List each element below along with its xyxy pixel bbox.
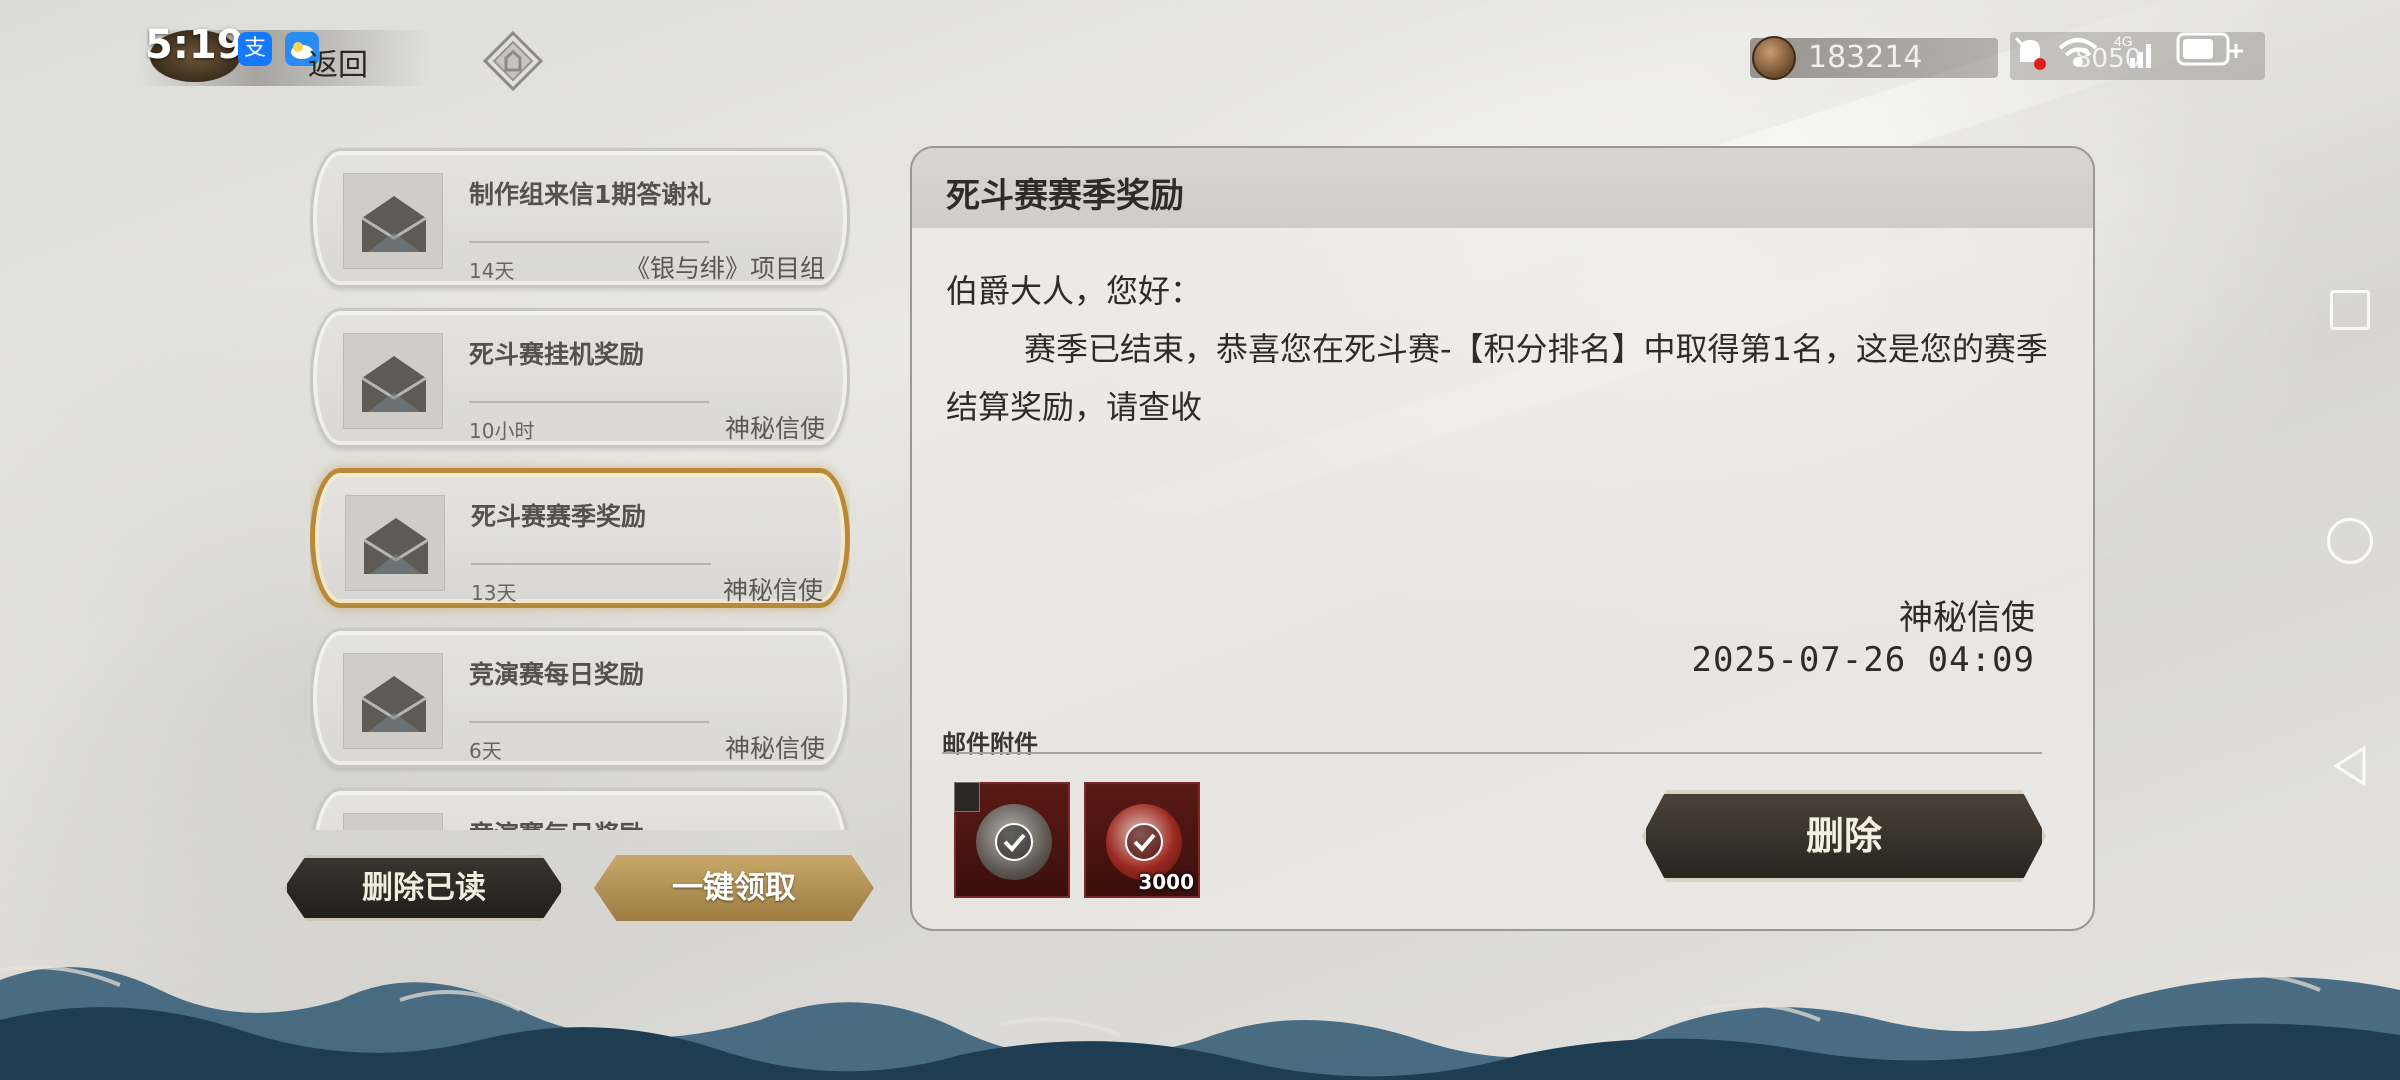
currency-coin-icon <box>1752 36 1796 80</box>
mail-age: 13天 <box>471 581 517 605</box>
system-status-icons: 4G <box>2010 28 2270 78</box>
mail-item[interactable]: 竞演赛每日奖励 6天 神秘信使 <box>310 628 850 768</box>
mail-sender: 神秘信使 <box>722 576 823 605</box>
delete-read-button[interactable]: 删除已读 <box>284 855 564 921</box>
detail-header: 死斗赛赛季奖励 <box>912 148 2093 228</box>
detail-date: 2025-07-26 04:09 <box>1691 640 2035 680</box>
mail-title: 竞演赛每日奖励 <box>469 815 644 830</box>
detail-body: 赛季已结束，恭喜您在死斗赛-【积分排名】中取得第1名，这是您的赛季结算奖励，请查… <box>946 330 2048 426</box>
mail-age: 10小时 <box>469 419 535 443</box>
attachment-item[interactable] <box>954 782 1070 898</box>
crimson-orb-icon <box>1106 804 1182 880</box>
attachment-count: 3000 <box>1138 870 1194 894</box>
divider <box>469 241 709 243</box>
mail-age: 14天 <box>469 259 515 283</box>
mail-item[interactable]: 制作组来信1期答谢礼 14天 《银与绯》项目组 <box>310 148 850 288</box>
recent-apps-icon[interactable] <box>2330 290 2370 330</box>
detail-sender: 神秘信使 <box>1899 598 2035 638</box>
mute-icon <box>2014 36 2046 70</box>
mail-sender: 《银与绯》项目组 <box>624 254 825 283</box>
claim-all-button[interactable]: 一键领取 <box>594 855 874 921</box>
battery-icon <box>2176 32 2243 66</box>
wave-decoration <box>0 940 2400 1080</box>
envelope-icon <box>343 653 443 749</box>
divider <box>469 401 709 403</box>
mail-item[interactable]: 死斗赛挂机奖励 10小时 神秘信使 <box>310 308 850 448</box>
mail-sender: 神秘信使 <box>724 414 825 443</box>
currency-value: 183214 <box>1808 40 1923 75</box>
mail-title: 死斗赛赛季奖励 <box>471 502 647 531</box>
back-label[interactable]: 返回 <box>308 40 368 84</box>
divider <box>942 752 2042 754</box>
home-diamond-icon[interactable] <box>482 30 544 92</box>
mail-sender: 神秘信使 <box>724 734 825 763</box>
svg-text:4G: 4G <box>2114 33 2133 49</box>
mail-item[interactable]: 竞演赛每日奖励 <box>310 788 850 830</box>
mail-age: 6天 <box>469 739 502 763</box>
divider <box>469 721 709 723</box>
mail-title: 死斗赛挂机奖励 <box>469 340 645 369</box>
mail-title: 制作组来信1期答谢礼 <box>469 180 712 209</box>
attachment-item[interactable]: 3000 <box>1084 782 1200 898</box>
status-time: 5:19 <box>145 22 245 68</box>
envelope-icon <box>343 173 443 269</box>
signal-icon: 4G <box>2114 33 2151 68</box>
envelope-icon <box>343 333 443 429</box>
wifi-icon <box>2058 38 2098 67</box>
home-nav-icon[interactable] <box>2327 518 2373 564</box>
alipay-icon: 支 <box>238 32 272 66</box>
mail-item-selected[interactable]: 死斗赛赛季奖励 13天 神秘信使 <box>310 468 850 608</box>
envelope-icon <box>345 495 445 591</box>
detail-greeting: 伯爵大人，您好： <box>946 272 1203 310</box>
mail-title: 竞演赛每日奖励 <box>469 660 645 689</box>
mail-detail-panel: 死斗赛赛季奖励 伯爵大人，您好： 赛季已结束，恭喜您在死斗赛-【积分排名】中取得… <box>910 146 2095 931</box>
back-nav-icon[interactable] <box>2330 744 2370 788</box>
detail-title: 死斗赛赛季奖励 <box>946 176 1184 216</box>
delete-button[interactable]: 删除 <box>1642 790 2046 882</box>
season-badge-icon <box>976 804 1052 880</box>
mail-list[interactable]: 制作组来信1期答谢礼 14天 《银与绯》项目组 死斗赛挂机奖励 10小时 神秘信… <box>310 140 850 830</box>
divider <box>471 563 711 565</box>
envelope-icon <box>343 813 443 830</box>
